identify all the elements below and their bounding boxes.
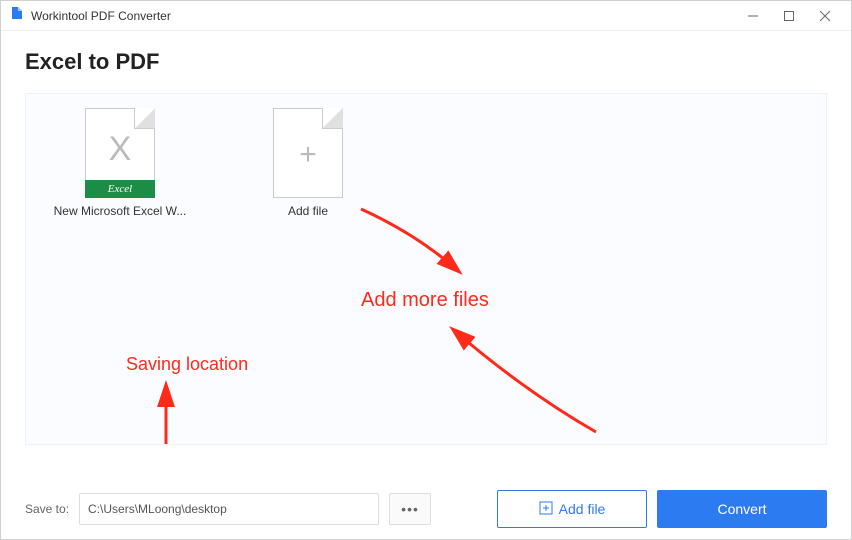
convert-button-label: Convert [717,501,766,517]
add-file-tile[interactable]: + Add file [238,108,378,218]
minimize-button[interactable] [735,1,771,31]
page-title: Excel to PDF [25,49,827,75]
annotation-arrow-up-icon [446,322,626,442]
browse-button[interactable]: ••• [389,493,431,525]
file-area: X Excel New Microsoft Excel W... + Add f… [25,93,827,445]
add-file-button-label: Add file [559,501,606,517]
annotation-add-more: Add more files [361,289,489,312]
excel-file-icon: X Excel [85,108,155,198]
app-window: Workintool PDF Converter Excel to PDF X … [0,0,852,540]
footer: Save to: ••• Add file Convert [25,489,827,529]
file-name: New Microsoft Excel W... [50,204,190,218]
add-file-button[interactable]: Add file [497,490,647,528]
convert-button[interactable]: Convert [657,490,827,528]
annotation-arrow-vert-icon [151,379,191,449]
excel-badge: Excel [85,180,155,198]
file-tile[interactable]: X Excel New Microsoft Excel W... [50,108,190,218]
add-file-icon: + [273,108,343,198]
add-file-plus-icon [539,501,553,518]
close-button[interactable] [807,1,843,31]
add-file-tile-label: Add file [238,204,378,218]
content: Excel to PDF X Excel New Microsoft Excel… [1,31,851,445]
annotation-saving-location: Saving location [126,354,248,375]
app-logo-icon [9,5,25,26]
maximize-button[interactable] [771,1,807,31]
save-to-label: Save to: [25,502,69,516]
app-title: Workintool PDF Converter [31,9,735,23]
tile-row: X Excel New Microsoft Excel W... + Add f… [50,108,802,218]
titlebar: Workintool PDF Converter [1,1,851,31]
save-path-input[interactable] [79,493,379,525]
